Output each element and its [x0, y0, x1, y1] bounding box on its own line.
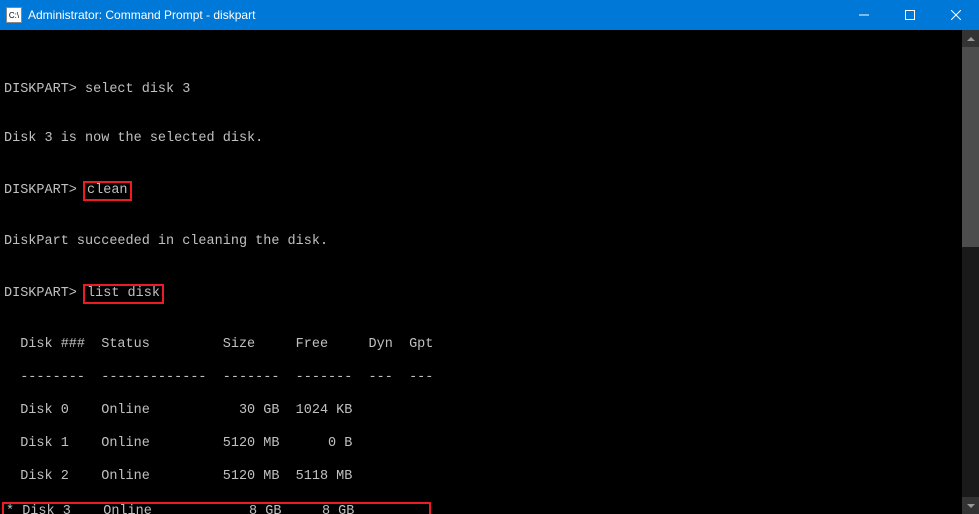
window-controls — [841, 0, 979, 30]
command-list-disk: list disk — [83, 284, 164, 305]
output-line: Disk 3 is now the selected disk. — [4, 131, 975, 148]
disk-table-header: Disk ### Status Size Free Dyn Gpt — [4, 337, 975, 354]
cmd-icon: C:\ — [6, 7, 22, 23]
vertical-scrollbar[interactable] — [962, 30, 979, 514]
titlebar-left: C:\ Administrator: Command Prompt - disk… — [6, 7, 255, 23]
disk-row-2: Disk 2 Online 5120 MB 5118 MB — [4, 469, 975, 486]
scroll-up-arrow-icon[interactable] — [962, 30, 979, 47]
window-titlebar: C:\ Administrator: Command Prompt - disk… — [0, 0, 979, 30]
output-line: DiskPart succeeded in cleaning the disk. — [4, 234, 975, 251]
maximize-button[interactable] — [887, 0, 933, 30]
prompt-line: DISKPART> clean — [4, 181, 975, 202]
disk-row-3-selected: * Disk 3 Online 8 GB 8 GB — [4, 502, 975, 514]
scroll-thumb[interactable] — [962, 47, 979, 247]
terminal-area[interactable]: DISKPART> select disk 3 Disk 3 is now th… — [0, 30, 979, 514]
command-clean: clean — [83, 181, 132, 202]
minimize-button[interactable] — [841, 0, 887, 30]
disk-row-0: Disk 0 Online 30 GB 1024 KB — [4, 403, 975, 420]
prompt: DISKPART> — [4, 183, 77, 198]
close-button[interactable] — [933, 0, 979, 30]
prompt-line: DISKPART> list disk — [4, 284, 975, 305]
terminal-output: DISKPART> select disk 3 Disk 3 is now th… — [4, 65, 975, 514]
disk-table-sep: -------- ------------- ------- ------- -… — [4, 370, 975, 387]
disk-row-1: Disk 1 Online 5120 MB 0 B — [4, 436, 975, 453]
prompt: DISKPART> — [4, 286, 77, 301]
scroll-down-arrow-icon[interactable] — [962, 497, 979, 514]
window-title: Administrator: Command Prompt - diskpart — [28, 8, 255, 22]
selected-disk-highlight: * Disk 3 Online 8 GB 8 GB — [2, 502, 431, 514]
output-line: DISKPART> select disk 3 — [4, 82, 975, 99]
